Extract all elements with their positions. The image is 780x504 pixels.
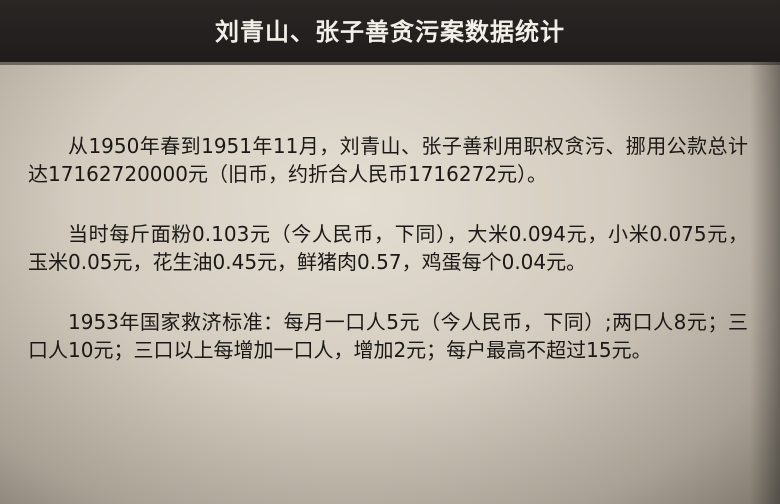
paragraph-food-prices: 当时每斤面粉0.103元（今人民币，下同），大米0.094元，小米0.075元，… — [28, 222, 748, 274]
banner-divider — [0, 62, 780, 65]
text-body: 从1950年春到1951年11月，刘青山、张子善利用职权贪污、挪用公款总计达17… — [28, 132, 748, 396]
edge-shadow — [750, 62, 780, 504]
paragraph-embezzlement-total: 从1950年春到1951年11月，刘青山、张子善利用职权贪污、挪用公款总计达17… — [28, 134, 748, 186]
title-banner: 刘青山、张子善贪污案数据统计 — [0, 0, 780, 62]
exhibit-board: 刘青山、张子善贪污案数据统计 从1950年春到1951年11月，刘青山、张子善利… — [0, 0, 780, 504]
paragraph-relief-standard: 1953年国家救济标准：每月一口人5元（今人民币，下同）;两口人8元；三口人10… — [28, 310, 748, 362]
page-title: 刘青山、张子善贪污案数据统计 — [215, 17, 565, 46]
